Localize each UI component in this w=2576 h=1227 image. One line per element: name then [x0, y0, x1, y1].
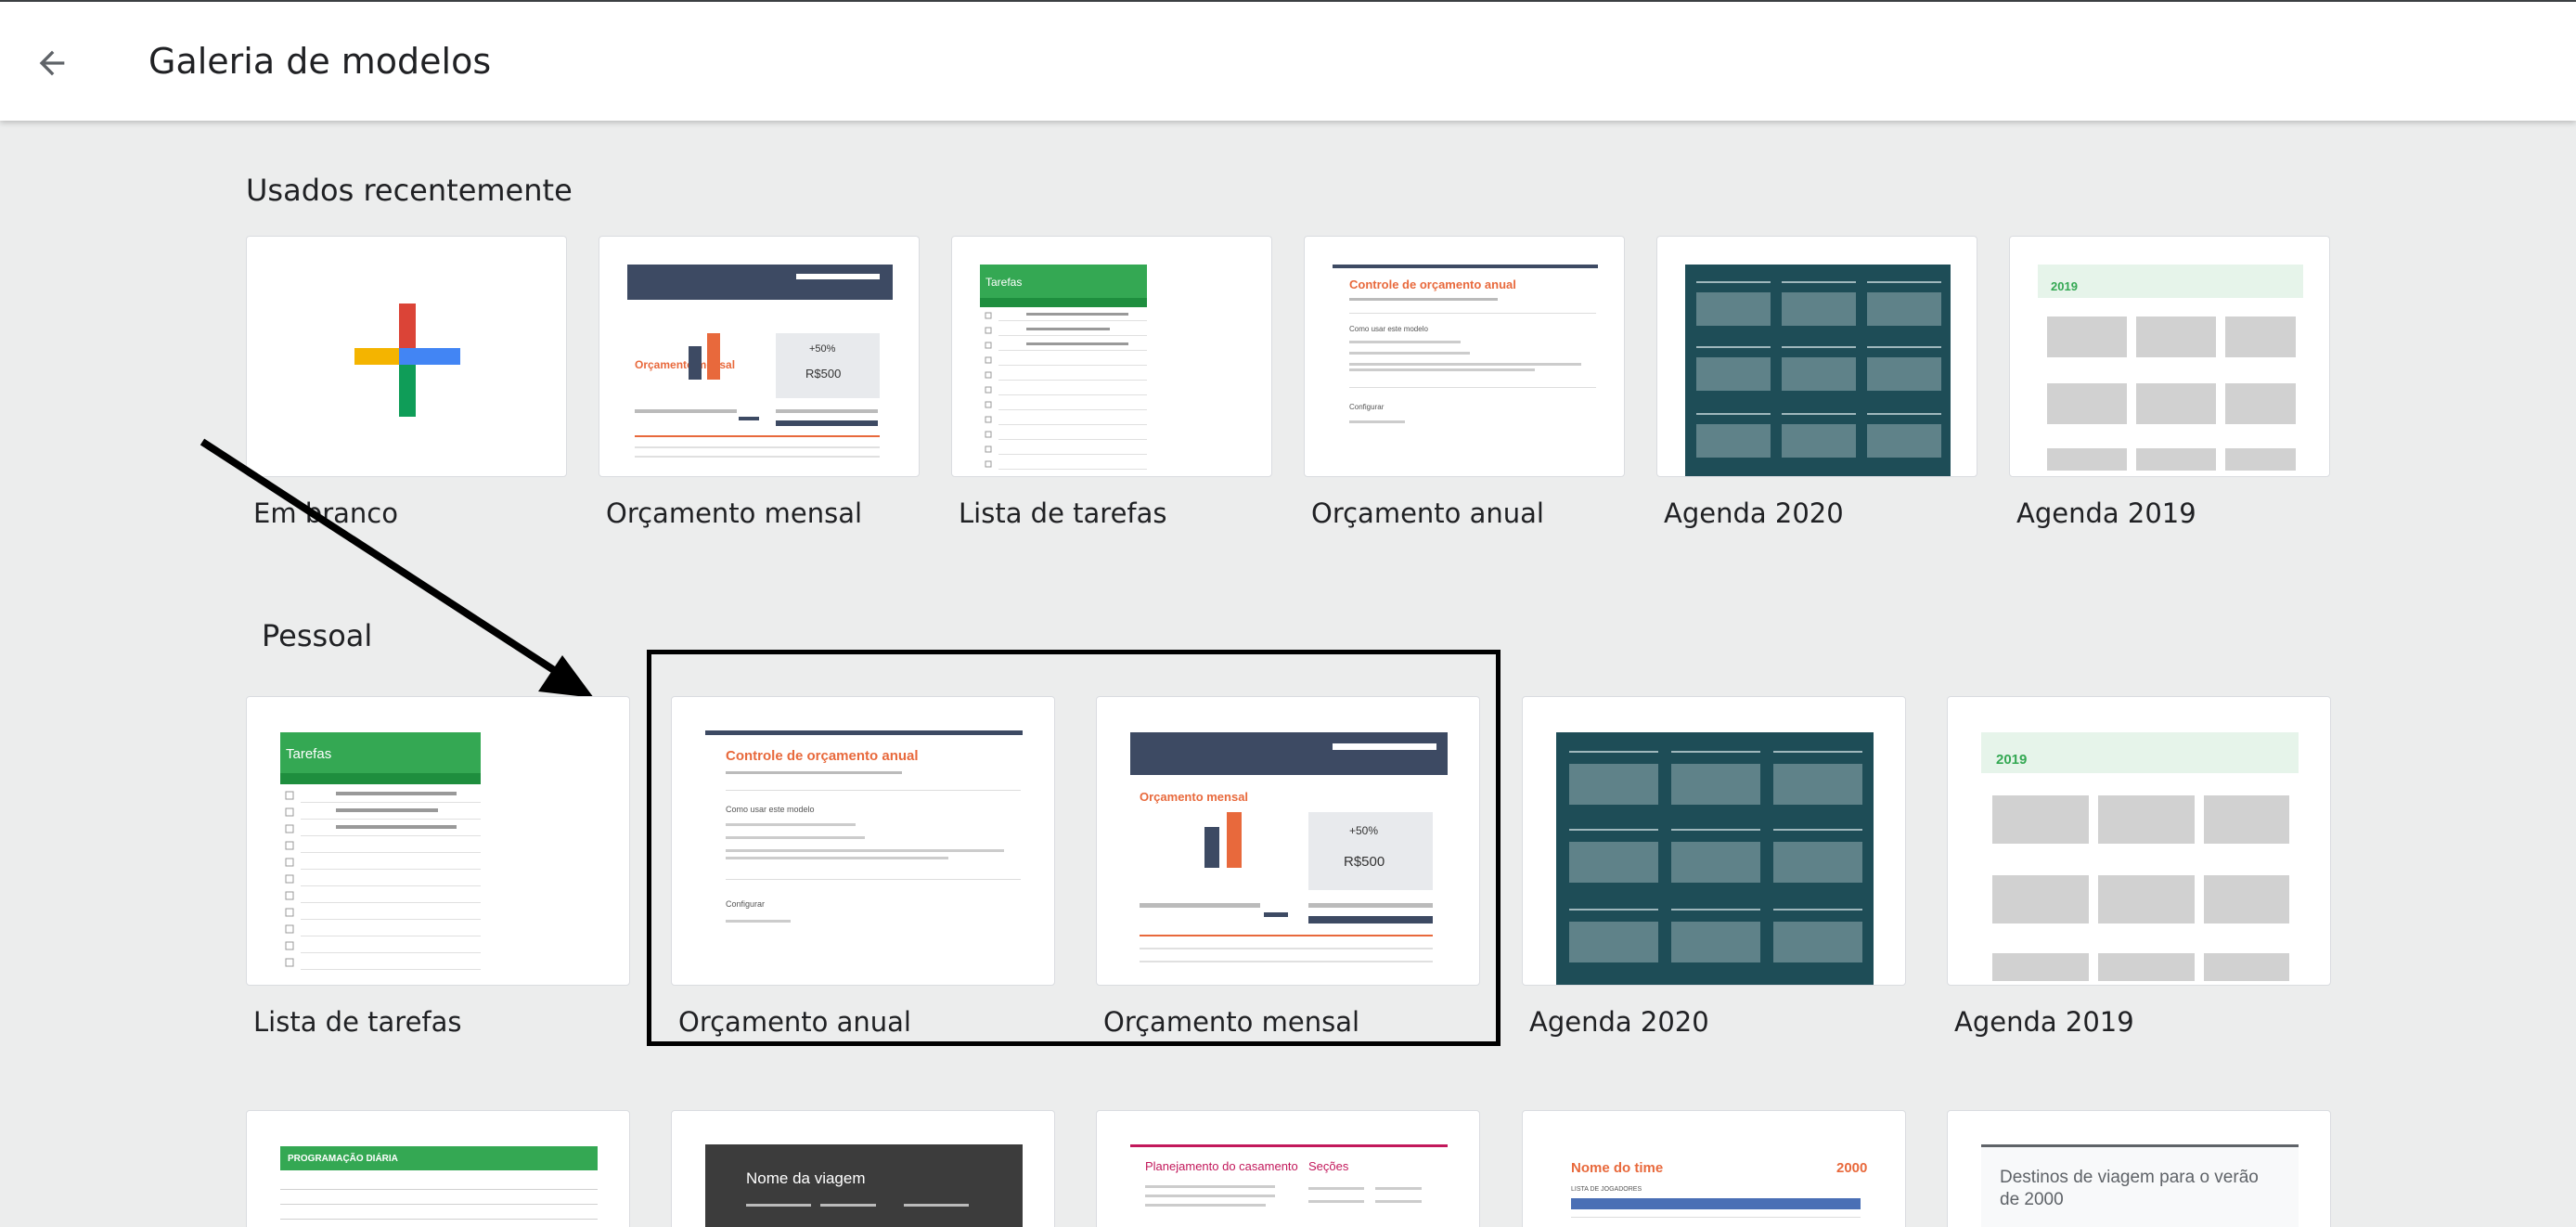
thumb-text: Nome da viagem — [746, 1169, 866, 1187]
daily-schedule-thumbnail: PROGRAMAÇÃO DIÁRIA — [280, 1146, 598, 1220]
template-card-trip-planner[interactable]: Nome da viagem — [671, 1110, 1055, 1227]
template-card-wedding-planner[interactable]: Planejamento do casamento Seções — [1096, 1110, 1480, 1227]
thumb-text: Nome do time — [1571, 1160, 1663, 1176]
template-card-todo-list[interactable]: Tarefas — [246, 696, 630, 986]
thumb-text: 2000 — [1836, 1160, 1867, 1176]
calendar-2020-thumbnail — [1556, 732, 1874, 985]
template-card-daily-schedule[interactable]: PROGRAMAÇÃO DIÁRIA — [246, 1110, 630, 1227]
section-title-personal: Pessoal — [262, 618, 373, 653]
thumb-text: PROGRAMAÇÃO DIÁRIA — [288, 1152, 398, 1164]
template-card-travel-destinations[interactable]: Destinos de viagem para o verão de 2000 — [1947, 1110, 2331, 1227]
template-card-team-roster[interactable]: Nome do time 2000 LISTA DE JOGADORES — [1522, 1110, 1906, 1227]
template-card-calendar-2019[interactable]: 2019 — [1947, 696, 2331, 986]
thumb-text: Destinos de viagem para o verão de 2000 — [2000, 1168, 2259, 1209]
thumb-text: Tarefas — [286, 746, 331, 762]
thumb-text: 2019 — [1996, 752, 2027, 768]
card-label: Agenda 2020 — [1529, 1006, 1709, 1038]
annotation-highlight-box — [647, 650, 1501, 1046]
thumb-text: LISTA DE JOGADORES — [1571, 1186, 1642, 1193]
trip-planner-thumbnail: Nome da viagem — [705, 1144, 1023, 1227]
card-label: Agenda 2019 — [1954, 1006, 2134, 1038]
card-label: Lista de tarefas — [253, 1006, 462, 1038]
wedding-planner-thumbnail: Planejamento do casamento Seções — [1130, 1144, 1448, 1207]
calendar-2019-thumbnail: 2019 — [1981, 732, 2299, 981]
todo-list-thumbnail: Tarefas — [280, 732, 481, 970]
template-card-calendar-2020[interactable] — [1522, 696, 1906, 986]
thumb-text: Planejamento do casamento — [1145, 1159, 1298, 1173]
thumb-text: Seções — [1308, 1159, 1349, 1173]
team-roster-thumbnail: Nome do time 2000 LISTA DE JOGADORES — [1571, 1160, 1867, 1218]
travel-destinations-thumbnail: Destinos de viagem para o verão de 2000 — [1981, 1144, 2299, 1227]
